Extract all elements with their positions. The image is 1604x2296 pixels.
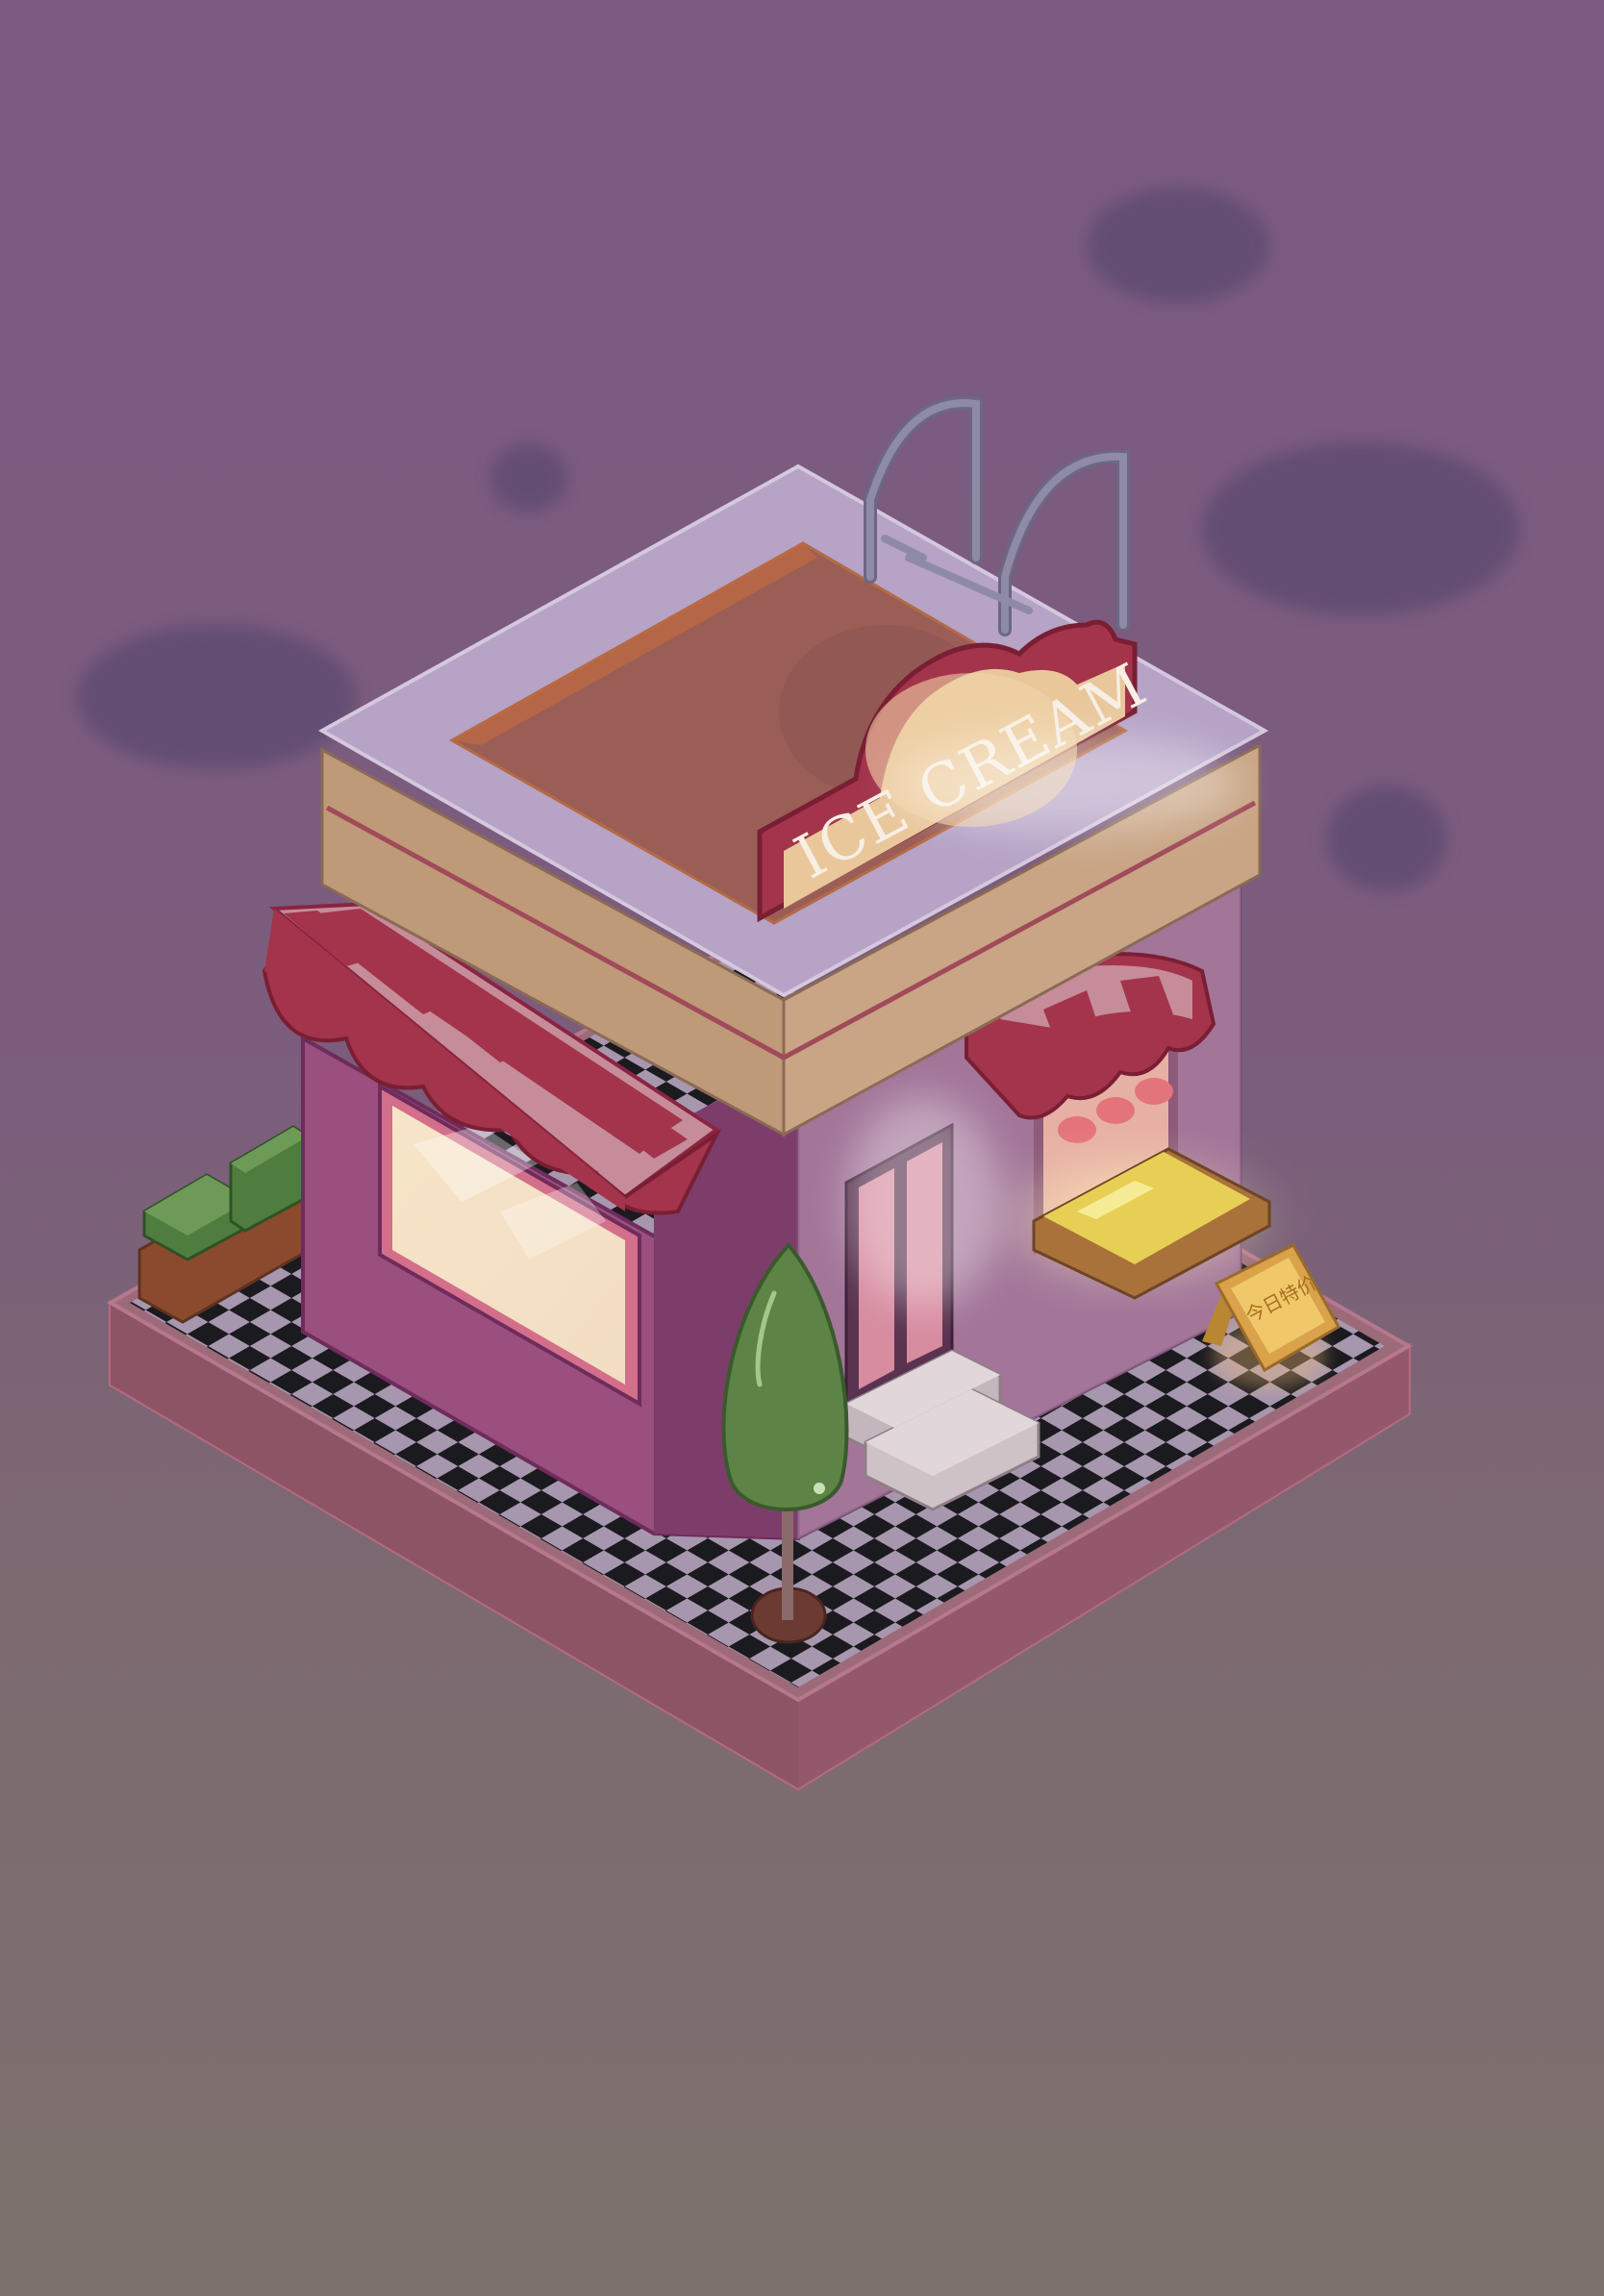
cloud <box>77 625 356 769</box>
cloud <box>1087 187 1269 303</box>
ice-cream-shop-illustration: 今日特价 ICE <box>77 187 1519 1791</box>
cloud <box>490 444 567 512</box>
cloud <box>1327 786 1446 891</box>
cloud <box>1202 442 1519 615</box>
